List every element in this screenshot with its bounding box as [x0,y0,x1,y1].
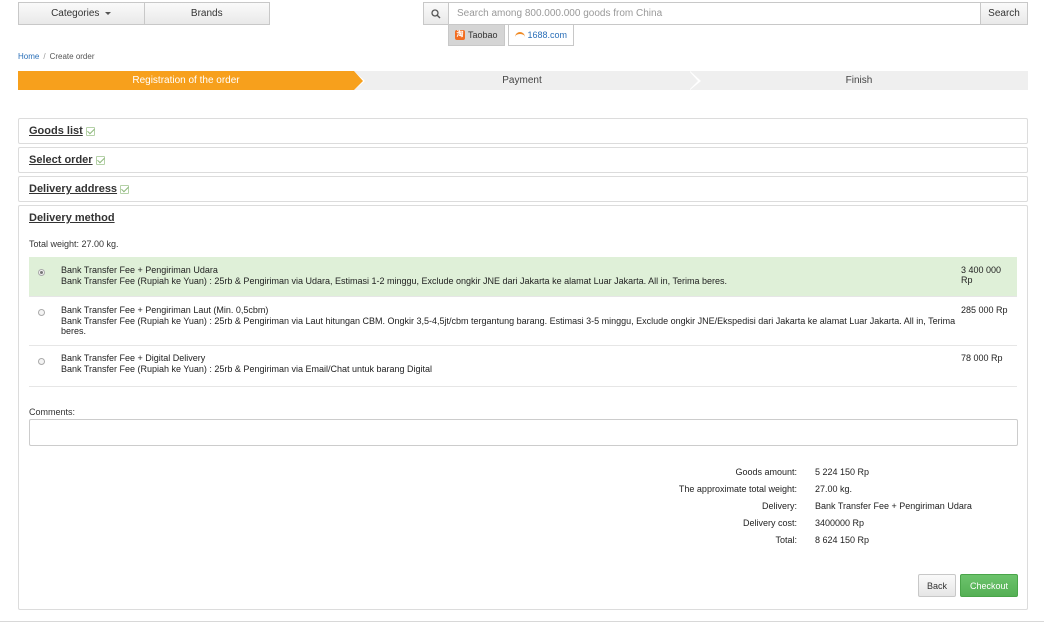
summary-value: 8 624 150 Rp [815,534,870,545]
summary-value: 5 224 150 Rp [815,466,870,477]
source-tab-taobao[interactable]: 淘 Taobao [448,25,505,46]
breadcrumb-home[interactable]: Home [18,52,39,61]
section-title-text: Delivery method [29,212,115,224]
brands-button[interactable]: Brands [144,2,270,25]
page-divider [0,621,1044,622]
section-delivery-method: Delivery method Total weight: 27.00 kg. … [18,205,1028,610]
summary-row-delivery-cost: Delivery cost: 3400000 Rp [579,514,1009,531]
step-arrow-active [354,71,363,90]
breadcrumb-current: Create order [49,52,95,61]
summary-value: 3400000 Rp [815,517,865,528]
brands-label: Brands [190,8,223,19]
delivery-option-name: Bank Transfer Fee + Pengiriman Laut (Min… [61,305,269,315]
delivery-option-name: Bank Transfer Fee + Pengiriman Udara [61,265,218,275]
comments-label: Comments: [29,407,76,417]
step-payment: Payment [354,71,690,90]
delivery-option-sea[interactable]: Bank Transfer Fee + Pengiriman Laut (Min… [29,297,1017,346]
section-title[interactable]: Goods list [29,125,95,137]
delivery-option-price: 3 400 000 Rp [961,265,1002,285]
search-button-label: Search [988,8,1020,19]
section-goods-list[interactable]: Goods list [18,118,1028,144]
search-input[interactable] [448,2,981,25]
source-tabs: 淘 Taobao 1688.com [448,25,575,46]
section-title-text: Goods list [29,125,83,137]
categories-dropdown[interactable]: Categories [18,2,145,25]
checkout-button[interactable]: Checkout [960,574,1018,597]
delivery-option-air[interactable]: Bank Transfer Fee + Pengiriman Udara Ban… [29,257,1017,297]
categories-label: Categories [51,8,100,19]
section-title[interactable]: Delivery address [29,183,130,195]
delivery-option-description: Bank Transfer Fee (Rupiah ke Yuan) : 25r… [61,276,727,286]
delivery-option-description: Bank Transfer Fee (Rupiah ke Yuan) : 25r… [61,364,433,374]
breadcrumb-separator: / [43,52,46,61]
checkmark-icon [120,184,130,194]
summary-value: 27.00 kg. [815,483,853,494]
taobao-logo-icon: 淘 [455,30,465,40]
search-bar: Search [423,2,1028,25]
summary-label: Delivery cost: [742,517,797,528]
step-finish: Finish [690,71,1028,90]
delivery-option-description: Bank Transfer Fee (Rupiah ke Yuan) : 25r… [61,316,956,336]
checkmark-icon [95,155,105,165]
delivery-option-radio[interactable] [38,269,45,276]
search-button[interactable]: Search [981,2,1028,25]
delivery-option-digital[interactable]: Bank Transfer Fee + Digital Delivery Ban… [29,346,1017,387]
order-summary: Goods amount: 5 224 150 Rp The approxima… [579,463,1009,548]
checkmark-icon [85,126,95,136]
summary-label: Total: [775,534,797,545]
source-tab-label: Taobao [468,30,498,40]
top-navigation: Categories Brands [18,2,270,25]
delivery-option-radio[interactable] [38,309,45,316]
step-registration: Registration of the order [18,71,354,90]
section-title[interactable]: Select order [29,154,105,166]
summary-row-weight: The approximate total weight: 27.00 kg. [579,480,1009,497]
breadcrumb: Home / Create order [18,52,95,61]
step-arrow-inactive [689,71,698,90]
delivery-option-price: 285 000 Rp [961,305,1008,315]
summary-label: The approximate total weight: [678,483,797,494]
section-delivery-address[interactable]: Delivery address [18,176,1028,202]
delivery-option-price: 78 000 Rp [961,353,1003,363]
total-weight: Total weight: 27.00 kg. [29,239,119,249]
chevron-down-icon [105,12,112,15]
summary-value: Bank Transfer Fee + Pengiriman Udara [815,500,972,511]
source-tab-label: 1688.com [527,30,568,40]
summary-label: Delivery: [761,500,797,511]
delivery-option-radio[interactable] [38,358,45,365]
section-title-text: Select order [29,154,93,166]
section-title-text: Delivery address [29,183,118,195]
summary-row-total: Total: 8 624 150 Rp [579,531,1009,548]
alibaba-logo-icon [514,32,525,38]
checkout-steps: Registration of the order Payment Finish [18,71,1028,90]
comments-field[interactable] [29,419,1018,446]
source-tab-1688[interactable]: 1688.com [507,25,575,46]
section-select-order[interactable]: Select order [18,147,1028,173]
back-button[interactable]: Back [918,574,956,597]
delivery-option-name: Bank Transfer Fee + Digital Delivery [61,353,206,363]
summary-row-goods-amount: Goods amount: 5 224 150 Rp [579,463,1009,480]
summary-row-delivery: Delivery: Bank Transfer Fee + Pengiriman… [579,497,1009,514]
section-title[interactable]: Delivery method [29,212,115,224]
search-icon[interactable] [423,2,448,25]
summary-label: Goods amount: [735,466,797,477]
